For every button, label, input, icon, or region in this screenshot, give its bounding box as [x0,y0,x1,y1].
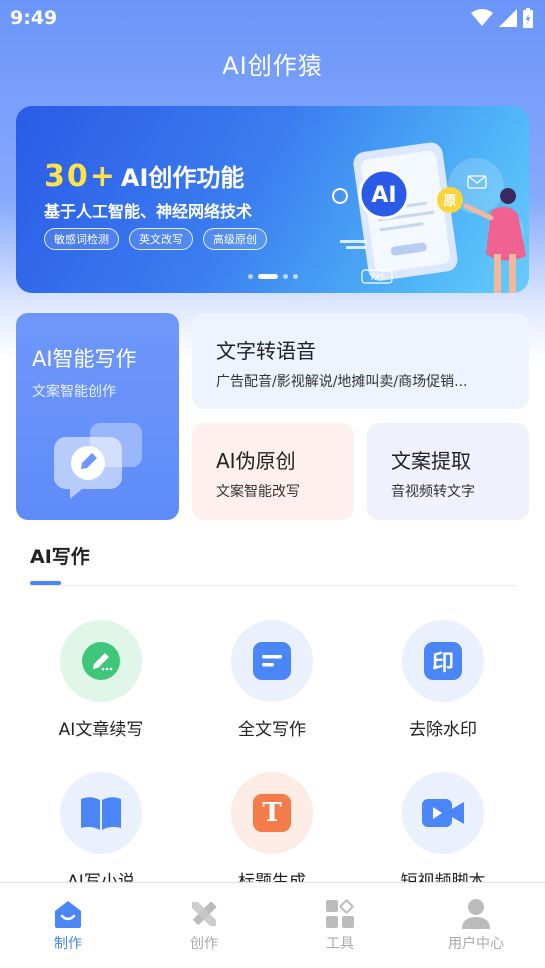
tool-icon-bg [231,620,313,702]
banner-headline: 30+ AI创作功能 [44,158,244,194]
tool-label: AI写小说 [67,872,135,882]
carousel-dot-active [258,274,278,279]
status-icons [471,8,533,28]
tool-label: AI文章续写 [58,720,144,740]
wifi-icon [471,9,493,26]
title-icon: T [253,794,291,832]
banner-tag: 高级原创 [203,228,267,250]
seal-icon: 印 [424,642,462,680]
carousel-indicator [248,274,298,279]
nav-item-make[interactable]: 制作 [18,897,118,953]
tool-remove-watermark[interactable]: 印 去除水印 [368,620,518,740]
banner-illustration: AI 原 TXT [332,142,526,293]
tool-grid: AI文章续写 全文写作 印 去除水印 AI写小说 T 标题生成 短视频脚本 [0,600,545,882]
ai-rewrite-card[interactable]: AI伪原创 文案智能改写 [192,423,354,520]
banner-tag: 敏感词检测 [44,228,119,250]
tool-icon-bg [402,772,484,854]
document-icon [253,642,291,680]
tool-video-script[interactable]: 短视频脚本 [368,772,518,882]
nav-item-create[interactable]: 创作 [154,897,254,953]
app-title: AI创作猿 [222,52,323,80]
tool-label: 去除水印 [409,720,477,740]
tool-label: 全文写作 [238,720,306,740]
seal-glyph: 印 [431,651,454,676]
nav-label: 用户中心 [448,936,504,952]
banner-count: 30+ [44,159,117,194]
card-subtitle: 音视频转文字 [391,484,475,500]
card-subtitle: 广告配音/影视解说/地摊叫卖/商场促销... [216,374,468,390]
banner-headline-text: AI创作功能 [120,164,245,192]
nav-icon-tools [290,897,390,931]
tool-write-novel[interactable]: AI写小说 [26,772,176,882]
chat-edit-icon [54,423,142,499]
tool-label: 标题生成 [238,872,306,882]
tool-icon-bg: T [231,772,313,854]
nav-icon-make [18,897,118,931]
nav-label: 制作 [54,936,82,952]
tool-label: 短视频脚本 [400,872,486,882]
tool-full-writing[interactable]: 全文写作 [197,620,347,740]
nav-item-user-center[interactable]: 用户中心 [426,897,526,953]
carousel-dot [293,274,298,279]
tool-icon-bg: 印 [402,620,484,702]
status-time: 9:49 [10,7,58,29]
status-bar: 9:49 [0,0,545,36]
ruler-pencil-icon [192,901,217,926]
book-icon [81,797,121,830]
tool-icon-bg [60,772,142,854]
card-title: 文案提取 [391,449,471,473]
text-to-speech-card[interactable]: 文字转语音 广告配音/影视解说/地摊叫卖/商场促销... [192,313,529,409]
card-title: AI伪原创 [216,449,296,473]
bottom-navigation: 制作 创作 工具 用户中心 [0,882,545,968]
banner-tags: 敏感词检测 英文改写 高级原创 [44,228,267,250]
video-icon [422,799,464,827]
tab-ai-writing[interactable]: AI写作 [30,542,90,569]
nav-label: 工具 [326,936,354,952]
title-glyph: T [262,798,282,828]
carousel-dot [248,274,253,279]
nav-icon-create [154,897,254,931]
tool-title-generate[interactable]: T 标题生成 [197,772,347,882]
nav-label: 创作 [190,936,218,952]
banner-art-badge: 原 [443,194,456,209]
promo-banner[interactable]: 30+ AI创作功能 基于人工智能、神经网络技术 敏感词检测 英文改写 高级原创… [16,106,529,293]
banner-subtitle: 基于人工智能、神经网络技术 [44,202,253,221]
pencil-icon [82,642,120,680]
nav-icon-user [426,897,526,931]
battery-icon [523,8,533,28]
carousel-dot [283,274,288,279]
card-title: 文字转语音 [216,339,316,363]
tool-icon-bg [60,620,142,702]
signal-icon [499,9,517,27]
banner-art-file: TXT [368,273,384,282]
banner-art-ai: AI [371,183,396,208]
home-smile-icon [55,901,81,928]
card-subtitle: 文案智能创作 [32,384,116,400]
tool-article-continue[interactable]: AI文章续写 [26,620,176,740]
card-subtitle: 文案智能改写 [216,484,300,500]
ai-writing-card[interactable]: AI智能写作 文案智能创作 [16,313,179,520]
text-extract-card[interactable]: 文案提取 音视频转文字 [367,423,529,520]
card-title: AI智能写作 [32,347,137,371]
divider [30,585,515,586]
banner-tag: 英文改写 [129,228,193,250]
user-icon [462,899,490,929]
nav-item-tools[interactable]: 工具 [290,897,390,953]
grid-icon [326,899,354,928]
